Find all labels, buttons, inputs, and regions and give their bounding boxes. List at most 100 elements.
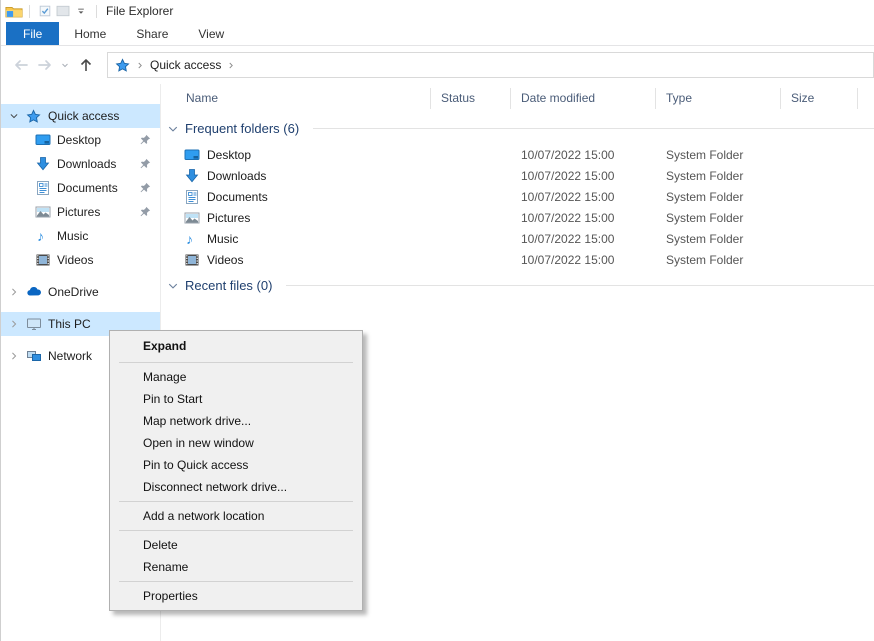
qat-new-folder-icon[interactable] — [54, 2, 72, 20]
file-date-modified: 10/07/2022 15:00 — [511, 211, 656, 225]
context-menu-item-map-network-drive[interactable]: Map network drive... — [110, 410, 362, 432]
context-menu-item-expand[interactable]: Expand — [110, 334, 362, 359]
chevron-right-icon[interactable] — [227, 61, 235, 70]
videos-icon — [34, 252, 51, 268]
sidebar-item-label: This PC — [48, 317, 91, 331]
file-row-videos[interactable]: Videos 10/07/2022 15:00System Folder — [161, 249, 874, 270]
file-name: Music — [207, 232, 238, 246]
sidebar-item-label: Music — [57, 229, 88, 243]
group-header-frequent-folders-6[interactable]: Frequent folders (6) — [167, 121, 874, 136]
column-header-date-modified[interactable]: Date modified — [511, 88, 656, 109]
context-menu-item-open-in-new-window[interactable]: Open in new window — [110, 432, 362, 454]
context-menu-item-pin-to-start[interactable]: Pin to Start — [110, 388, 362, 410]
downloads-icon — [184, 168, 200, 184]
menu-separator — [119, 501, 353, 502]
context-menu-item-properties[interactable]: Properties — [110, 585, 362, 607]
sidebar-item-label: Downloads — [57, 157, 116, 171]
file-groups: Frequent folders (6) Desktop 10/07/2022 15… — [161, 121, 874, 293]
column-header-status[interactable]: Status — [431, 88, 511, 109]
column-header-size[interactable]: Size — [781, 88, 858, 109]
pin-icon — [139, 158, 151, 170]
file-row-documents[interactable]: Documents10/07/2022 15:00System Folder — [161, 186, 874, 207]
file-date-modified: 10/07/2022 15:00 — [511, 232, 656, 246]
file-row-music[interactable]: ♪ Music 10/07/2022 15:00System Folder — [161, 228, 874, 249]
pictures-icon — [184, 210, 200, 226]
sidebar-item-label: Documents — [57, 181, 118, 195]
sidebar-item-downloads[interactable]: Downloads — [1, 152, 160, 176]
ribbon-tabs: FileHomeShareView — [1, 22, 874, 46]
sidebar-item-onedrive[interactable]: OneDrive — [1, 280, 160, 304]
group-title: Frequent folders (6) — [185, 121, 299, 136]
file-type: System Folder — [656, 232, 781, 246]
context-menu-item-rename[interactable]: Rename — [110, 556, 362, 578]
sidebar-item-music[interactable]: ♪Music — [1, 224, 160, 248]
file-date-modified: 10/07/2022 15:00 — [511, 148, 656, 162]
file-type: System Folder — [656, 253, 781, 267]
videos-icon — [184, 252, 200, 268]
address-bar[interactable]: Quick access — [107, 52, 874, 78]
pin-icon — [139, 134, 151, 146]
sidebar-item-desktop[interactable]: Desktop — [1, 128, 160, 152]
ribbon-tab-view[interactable]: View — [183, 22, 239, 45]
desktop-icon — [184, 147, 200, 163]
context-menu-item-add-a-network-location[interactable]: Add a network location — [110, 505, 362, 527]
svg-text:♪: ♪ — [186, 231, 193, 247]
column-headers: NameStatusDate modifiedTypeSize — [161, 84, 874, 113]
file-row-desktop[interactable]: Desktop10/07/2022 15:00System Folder — [161, 144, 874, 165]
music-icon: ♪ — [184, 231, 200, 247]
menu-separator — [119, 530, 353, 531]
quick-access-star-icon — [25, 108, 42, 124]
ribbon-tab-share[interactable]: Share — [121, 22, 183, 45]
file-date-modified: 10/07/2022 15:00 — [511, 190, 656, 204]
divider — [96, 5, 97, 18]
qat-customize-dropdown-icon[interactable] — [72, 2, 90, 20]
recent-locations-dropdown-icon[interactable] — [57, 52, 73, 78]
menu-separator — [119, 362, 353, 363]
sidebar-item-pictures[interactable]: Pictures — [1, 200, 160, 224]
menu-separator — [119, 581, 353, 582]
file-name: Videos — [207, 253, 243, 267]
desktop-icon — [34, 132, 51, 148]
file-name: Downloads — [207, 169, 266, 183]
sidebar-item-quick-access[interactable]: Quick access — [1, 104, 160, 128]
file-date-modified: 10/07/2022 15:00 — [511, 169, 656, 183]
quick-access-star-icon — [115, 58, 130, 73]
chevron-right-icon[interactable] — [9, 287, 25, 297]
breadcrumb[interactable]: Quick access — [150, 58, 221, 72]
sidebar-item-label: Desktop — [57, 133, 101, 147]
column-header-type[interactable]: Type — [656, 88, 781, 109]
window-title: File Explorer — [106, 4, 173, 18]
file-row-pictures[interactable]: Pictures10/07/2022 15:00System Folder — [161, 207, 874, 228]
file-row-downloads[interactable]: Downloads10/07/2022 15:00System Folder — [161, 165, 874, 186]
context-menu-item-pin-to-quick-access[interactable]: Pin to Quick access — [110, 454, 362, 476]
chevron-down-icon[interactable] — [9, 111, 25, 121]
sidebar-item-videos[interactable]: Videos — [1, 248, 160, 272]
column-header-name[interactable]: Name — [161, 88, 431, 109]
chevron-down-icon[interactable] — [167, 280, 179, 292]
sidebar-item-label: Pictures — [57, 205, 100, 219]
network-icon — [25, 348, 42, 364]
chevron-right-icon[interactable] — [9, 319, 25, 329]
ribbon-tab-file[interactable]: File — [6, 22, 59, 45]
downloads-icon — [34, 156, 51, 172]
file-date-modified: 10/07/2022 15:00 — [511, 253, 656, 267]
file-name: Desktop — [207, 148, 251, 162]
context-menu-item-manage[interactable]: Manage — [110, 366, 362, 388]
sidebar-item-documents[interactable]: Documents — [1, 176, 160, 200]
up-button[interactable] — [73, 52, 99, 78]
pictures-icon — [34, 204, 51, 220]
context-menu-item-delete[interactable]: Delete — [110, 534, 362, 556]
group-header-recent-files-0[interactable]: Recent files (0) — [167, 278, 874, 293]
file-type: System Folder — [656, 190, 781, 204]
chevron-right-icon[interactable] — [9, 351, 25, 361]
chevron-right-icon[interactable] — [136, 61, 144, 70]
chevron-down-icon[interactable] — [167, 123, 179, 135]
ribbon-tab-home[interactable]: Home — [59, 22, 121, 45]
back-button[interactable] — [9, 52, 33, 78]
qat-properties-icon[interactable] — [36, 2, 54, 20]
app-folder-icon — [5, 2, 23, 20]
sidebar-item-label: Videos — [57, 253, 93, 267]
forward-button[interactable] — [33, 52, 57, 78]
context-menu: Expand ManagePin to StartMap network driv… — [109, 330, 363, 611]
context-menu-item-disconnect-network-drive[interactable]: Disconnect network drive... — [110, 476, 362, 498]
